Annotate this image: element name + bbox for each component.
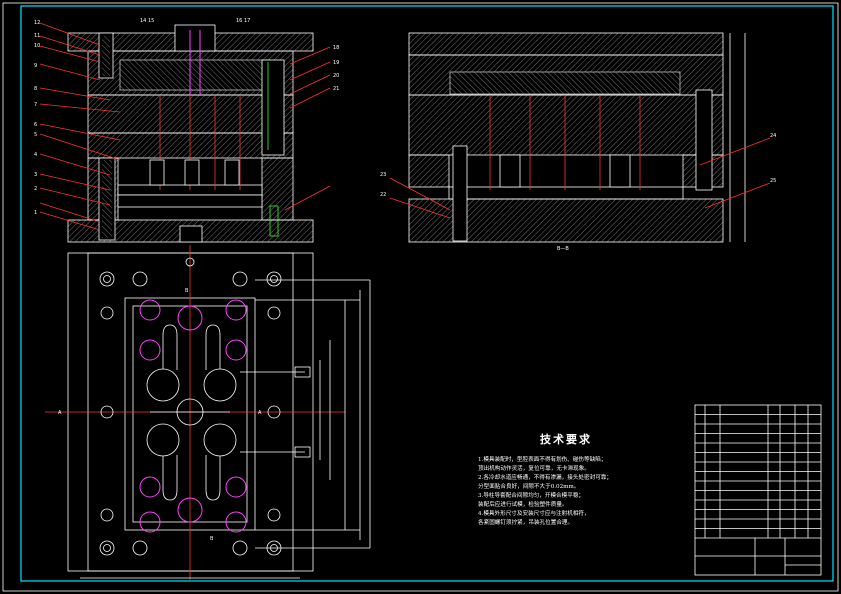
- tech-req-line: 顶出机构动作灵活，复位可靠，无卡滞现象。: [478, 464, 590, 472]
- tech-req-line: 分型面贴合良好，间隙不大于0.02mm。: [478, 482, 579, 490]
- title-block: [694, 404, 822, 576]
- tech-req-line: 各紧固螺钉须拧紧，吊装孔位置合理。: [478, 518, 573, 526]
- part-label: 7: [34, 102, 37, 108]
- part-label: 21: [333, 86, 339, 92]
- part-label: 22: [380, 192, 386, 198]
- part-label: 20: [333, 73, 339, 79]
- tech-req-line: 1.模具装配时，型腔表面不得有划伤、碰伤等缺陷；: [478, 455, 606, 463]
- part-label: 23: [380, 172, 386, 178]
- section-part-labels-left: 12 11 10 9 8 7 6 5 4 3 2 1: [34, 20, 40, 216]
- part-label: 5: [34, 132, 37, 138]
- part-label: 4: [34, 152, 37, 158]
- part-label: 1: [34, 210, 37, 216]
- section-mark: A: [58, 410, 62, 416]
- part-label: 8: [34, 86, 37, 92]
- tech-req-line: 3.导柱导套配合间隙均匀，开模合模平稳；: [478, 491, 584, 499]
- mold-assembly-drawing: 12 11 10 9 8 7 6 5 4 3 2 1 18 19 20 21 1…: [2, 2, 839, 592]
- part-label: 2: [34, 186, 37, 192]
- part-label: 25: [770, 178, 776, 184]
- section-mark: B: [210, 536, 214, 542]
- part-label: 12: [34, 20, 40, 26]
- part-label: 16 17: [236, 18, 250, 24]
- side-view: [389, 32, 771, 243]
- tech-req-line: 4.模具外形尺寸及安装尺寸应与注射机相符，: [478, 509, 590, 517]
- part-label: 3: [34, 172, 37, 178]
- section-mark: A: [258, 410, 262, 416]
- plan-view: [45, 245, 371, 580]
- part-label: 14 15: [140, 18, 154, 24]
- plan-view-section-marks: A A B B: [58, 288, 262, 542]
- tech-req-line: 2.各冷却水道应畅通，不得有渗漏，接头处密封可靠；: [478, 473, 612, 481]
- view-caption: B—B: [557, 246, 569, 252]
- part-label: 11: [34, 33, 40, 39]
- technical-requirements: 技术要求 1.模具装配时，型腔表面不得有划伤、碰伤等缺陷； 顶出机构动作灵活，复…: [478, 432, 612, 526]
- section-view: [39, 22, 331, 243]
- section-mark: B: [185, 288, 189, 294]
- part-label: 6: [34, 122, 37, 128]
- tech-req-title: 技术要求: [540, 432, 592, 446]
- part-label: 18: [333, 45, 339, 51]
- part-label: 19: [333, 60, 339, 66]
- part-label: 24: [770, 133, 776, 139]
- part-label: 10: [34, 43, 40, 49]
- tech-req-line: 装配后应进行试模，检验塑件质量。: [478, 500, 568, 508]
- part-label: 9: [34, 63, 37, 69]
